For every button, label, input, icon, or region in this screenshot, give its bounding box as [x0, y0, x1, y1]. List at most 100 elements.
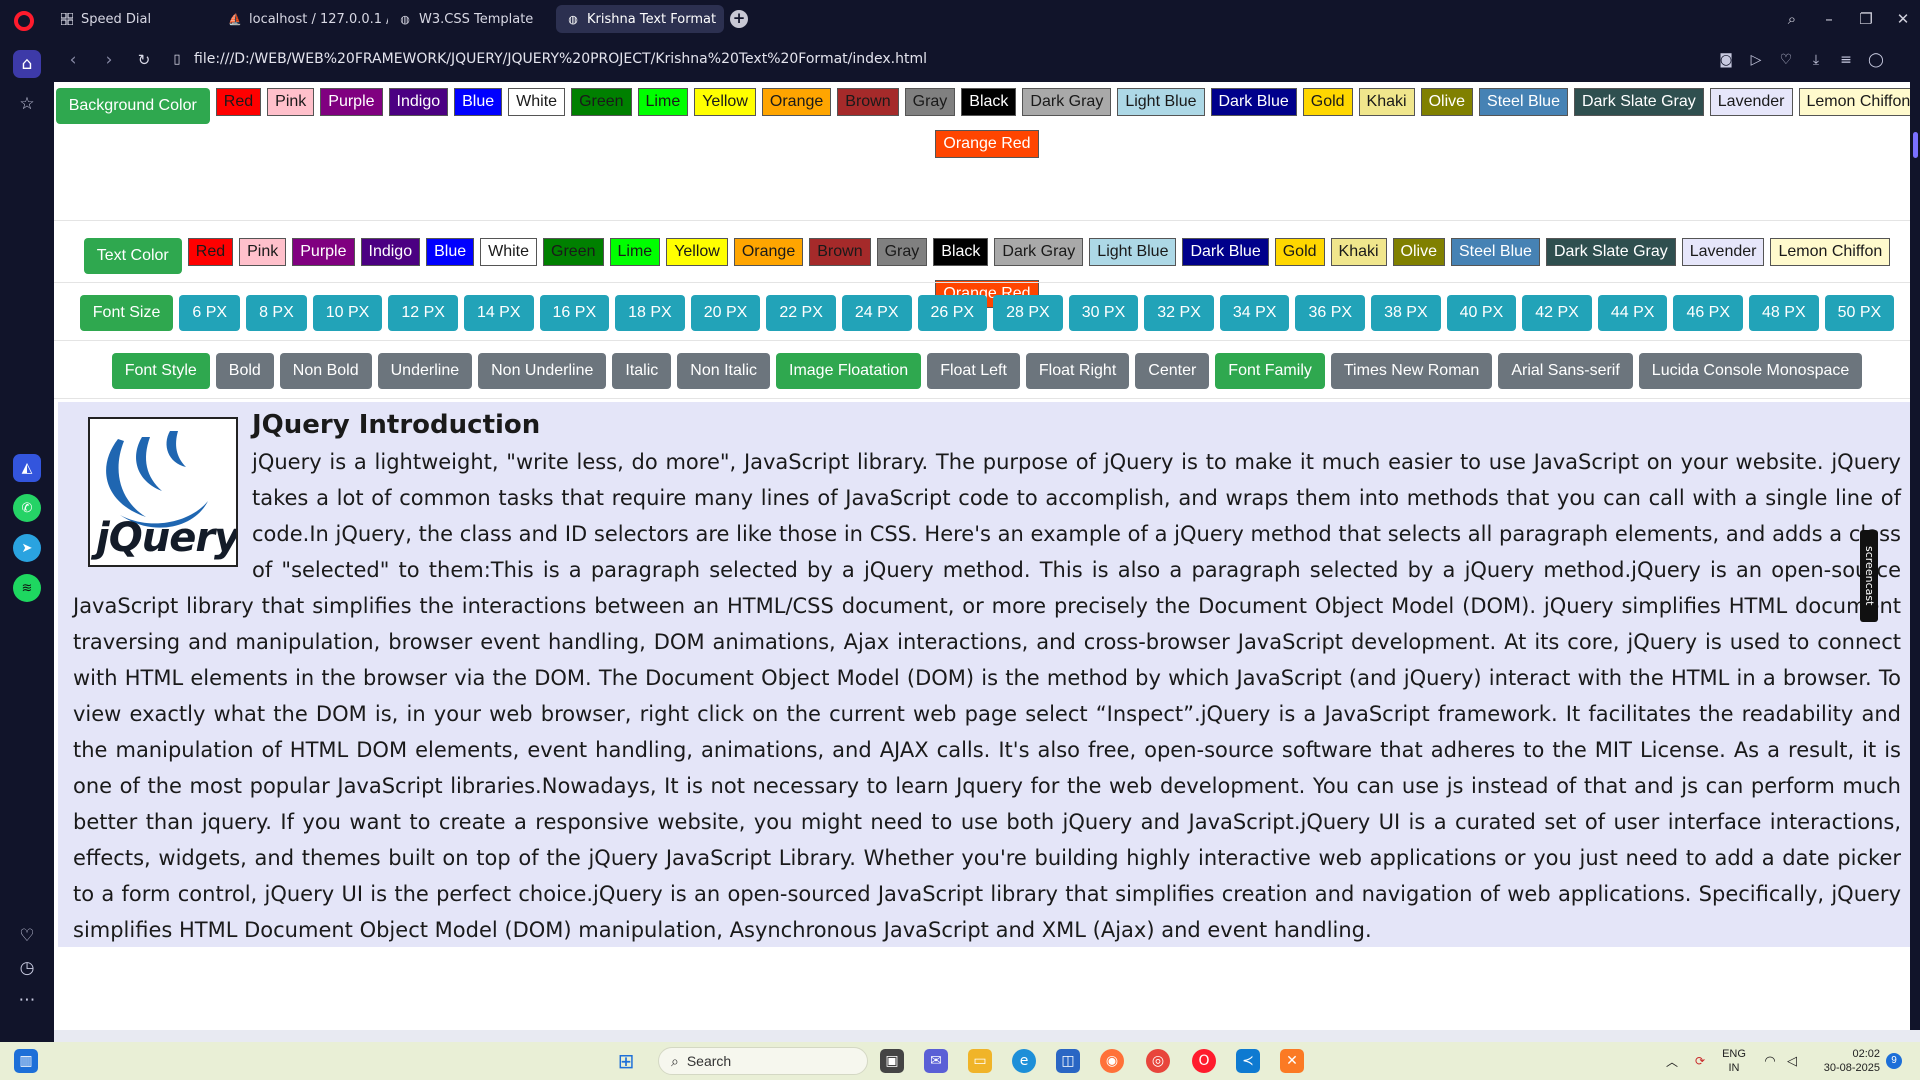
tab-speed-dial[interactable]: Speed Dial: [50, 5, 215, 33]
font-size-18px-button[interactable]: 18 PX: [615, 295, 685, 331]
download-icon[interactable]: ⤓: [1806, 50, 1826, 70]
font-size-30px-button[interactable]: 30 PX: [1068, 295, 1139, 331]
font-style-header[interactable]: Font Style: [111, 353, 210, 389]
text-color-black-button[interactable]: Black: [933, 238, 989, 266]
screencast-badge[interactable]: screencast: [1860, 530, 1878, 622]
text-color-lavender-button[interactable]: Lavender: [1681, 238, 1765, 266]
image-center-button[interactable]: Center: [1135, 353, 1210, 389]
vscode-icon[interactable]: ≺: [1236, 1049, 1260, 1073]
send-icon[interactable]: ▷: [1746, 50, 1766, 70]
whatsapp-icon[interactable]: ✆: [13, 494, 41, 522]
close-icon[interactable]: ✕: [1892, 8, 1914, 30]
bg-color-indigo-button[interactable]: Indigo: [388, 88, 449, 116]
text-color-header[interactable]: Text Color: [83, 238, 182, 274]
style-underline-button[interactable]: Underline: [377, 353, 473, 389]
bg-color-red-button[interactable]: Red: [215, 88, 262, 116]
text-color-indigo-button[interactable]: Indigo: [360, 238, 421, 266]
font-size-20px-button[interactable]: 20 PX: [690, 295, 761, 331]
text-color-lime-button[interactable]: Lime: [609, 238, 661, 266]
minimize-icon[interactable]: –: [1818, 8, 1840, 30]
aria-icon[interactable]: ◭: [13, 454, 41, 482]
text-color-olive-button[interactable]: Olive: [1392, 238, 1445, 266]
bg-color-brown-button[interactable]: Brown: [837, 88, 899, 116]
restore-icon[interactable]: ❐: [1855, 8, 1877, 30]
more-icon[interactable]: ⋯: [13, 986, 41, 1014]
background-color-header[interactable]: Background Color: [55, 88, 210, 124]
bg-color-orange-red-button[interactable]: Orange Red: [935, 130, 1039, 158]
xampp-icon[interactable]: ✕: [1280, 1049, 1304, 1073]
bg-color-khaki-button[interactable]: Khaki: [1358, 88, 1415, 116]
home-icon[interactable]: ⌂: [13, 50, 41, 78]
text-color-steel-blue-button[interactable]: Steel Blue: [1451, 238, 1540, 266]
style-bold-button[interactable]: Bold: [215, 353, 274, 389]
bg-color-lime-button[interactable]: Lime: [637, 88, 689, 116]
opera-logo-icon[interactable]: [14, 11, 34, 31]
font-size-8px-button[interactable]: 8 PX: [246, 295, 307, 331]
text-color-yellow-button[interactable]: Yellow: [666, 238, 728, 266]
history-icon[interactable]: ◷: [13, 954, 41, 982]
text-color-gray-button[interactable]: Gray: [876, 238, 928, 266]
bg-color-orange-button[interactable]: Orange: [761, 88, 832, 116]
forward-icon[interactable]: ›: [98, 49, 120, 71]
notification-badge[interactable]: 9: [1886, 1053, 1902, 1069]
spotify-icon[interactable]: ≋: [13, 574, 41, 602]
image-float-left-button[interactable]: Float Left: [927, 353, 1020, 389]
tab-w3css-template[interactable]: ◍ W3.CSS Template: [388, 5, 553, 33]
text-color-light-blue-button[interactable]: Light Blue: [1089, 238, 1177, 266]
bg-color-lemon-chiffon-button[interactable]: Lemon Chiffon: [1798, 88, 1919, 116]
widgets-icon[interactable]: ▥: [14, 1049, 38, 1073]
url-field[interactable]: file:///D:/WEB/WEB%20FRAMEWORK/JQUERY/JQ…: [194, 51, 927, 67]
bg-color-olive-button[interactable]: Olive: [1420, 88, 1474, 116]
bg-color-pink-button[interactable]: Pink: [267, 88, 315, 116]
font-size-38px-button[interactable]: 38 PX: [1371, 295, 1441, 331]
task-view-icon[interactable]: ▣: [880, 1049, 904, 1073]
text-color-blue-button[interactable]: Blue: [426, 238, 475, 266]
font-size-50px-button[interactable]: 50 PX: [1824, 295, 1895, 331]
bg-color-dark-gray-button[interactable]: Dark Gray: [1022, 88, 1112, 116]
text-color-red-button[interactable]: Red: [187, 238, 234, 266]
style-non-italic-button[interactable]: Non Italic: [677, 353, 770, 389]
bg-color-blue-button[interactable]: Blue: [454, 88, 503, 116]
font-size-12px-button[interactable]: 12 PX: [388, 295, 458, 331]
volume-icon[interactable]: ◁: [1780, 1049, 1804, 1073]
family-lucida-console-monospace-button[interactable]: Lucida Console Monospace: [1638, 353, 1863, 389]
tray-chevron-icon[interactable]: ︿: [1660, 1049, 1684, 1073]
font-size-28px-button[interactable]: 28 PX: [993, 295, 1063, 331]
font-size-34px-button[interactable]: 34 PX: [1219, 295, 1290, 331]
clock[interactable]: 02:02 30-08-2025: [1806, 1047, 1880, 1075]
bookmarks-icon[interactable]: ☆: [13, 90, 41, 118]
search-tabs-icon[interactable]: ⌕: [1781, 8, 1803, 30]
bg-color-dark-slate-gray-button[interactable]: Dark Slate Gray: [1573, 88, 1704, 116]
font-size-44px-button[interactable]: 44 PX: [1597, 295, 1668, 331]
text-color-lemon-chiffon-button[interactable]: Lemon Chiffon: [1770, 238, 1891, 266]
bg-color-black-button[interactable]: Black: [961, 88, 1017, 116]
font-size-32px-button[interactable]: 32 PX: [1144, 295, 1214, 331]
text-color-orange-button[interactable]: Orange: [733, 238, 804, 266]
font-size-22px-button[interactable]: 22 PX: [766, 295, 836, 331]
profile-icon[interactable]: ◯: [1866, 50, 1886, 70]
text-color-white-button[interactable]: White: [480, 238, 538, 266]
font-size-16px-button[interactable]: 16 PX: [539, 295, 610, 331]
font-size-header[interactable]: Font Size: [79, 295, 174, 331]
image-float-right-button[interactable]: Float Right: [1025, 353, 1130, 389]
back-icon[interactable]: ‹: [62, 49, 84, 71]
new-tab-icon[interactable]: +: [730, 10, 748, 28]
store-icon[interactable]: ◫: [1056, 1049, 1080, 1073]
start-icon[interactable]: ⊞: [614, 1049, 638, 1073]
reload-icon[interactable]: ↻: [133, 49, 155, 71]
bg-color-gold-button[interactable]: Gold: [1302, 88, 1353, 116]
font-size-24px-button[interactable]: 24 PX: [841, 295, 912, 331]
text-color-dark-blue-button[interactable]: Dark Blue: [1182, 238, 1269, 266]
chat-icon[interactable]: ✉: [924, 1049, 948, 1073]
bg-color-light-blue-button[interactable]: Light Blue: [1117, 88, 1205, 116]
style-italic-button[interactable]: Italic: [612, 353, 672, 389]
bg-color-lavender-button[interactable]: Lavender: [1709, 88, 1793, 116]
text-color-khaki-button[interactable]: Khaki: [1330, 238, 1387, 266]
font-family-header[interactable]: Font Family: [1215, 353, 1325, 389]
tray-app-icon[interactable]: ⟳: [1688, 1049, 1712, 1073]
tab-phpmyadmin[interactable]: ⛵ localhost / 127.0.0.1 / kris: [218, 5, 388, 33]
style-non-bold-button[interactable]: Non Bold: [279, 353, 372, 389]
scrollbar-thumb[interactable]: [1913, 132, 1918, 158]
telegram-icon[interactable]: ➤: [13, 534, 41, 562]
file-explorer-icon[interactable]: ▭: [968, 1049, 992, 1073]
